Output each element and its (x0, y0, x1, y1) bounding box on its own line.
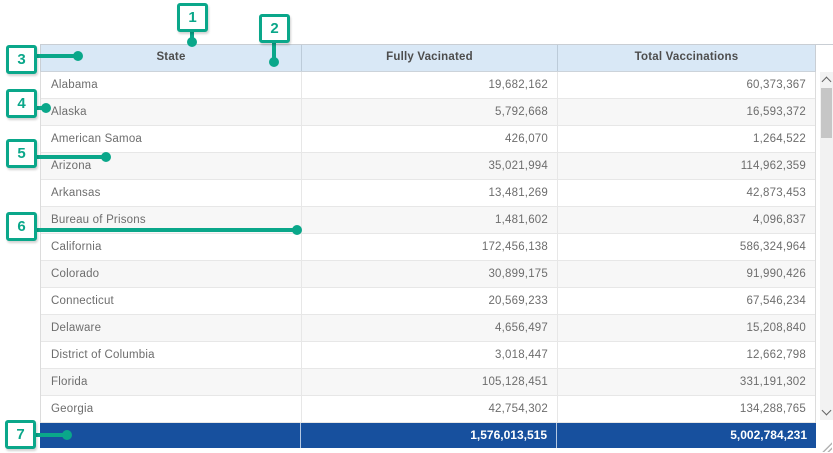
column-header-total-vaccinations[interactable]: Total Vaccinations (558, 45, 815, 71)
cell-state: Florida (41, 369, 302, 395)
cell-state: Georgia (41, 396, 302, 422)
cell-state: Alaska (41, 99, 302, 125)
table-row-georgia[interactable]: Georgia 42,754,302 134,288,765 (41, 396, 815, 423)
cell-state: American Samoa (41, 126, 302, 152)
annotation-callout-7: 7 (5, 420, 36, 449)
table-row-district-of-columbia[interactable]: District of Columbia 3,018,447 12,662,79… (41, 342, 815, 369)
table-row-arizona[interactable]: Arizona 35,021,994 114,962,359 (41, 153, 815, 180)
table-row-alabama[interactable]: Alabama 19,682,162 60,373,367 (41, 72, 815, 99)
totals-state-cell (40, 423, 301, 448)
chevron-down-icon (822, 406, 832, 416)
cell-fully-vaccinated: 105,128,451 (302, 369, 558, 395)
cell-total-vaccinations: 4,096,837 (558, 207, 815, 233)
cell-total-vaccinations: 15,208,840 (558, 315, 815, 341)
table-row-delaware[interactable]: Delaware 4,656,497 15,208,840 (41, 315, 815, 342)
cell-fully-vaccinated: 3,018,447 (302, 342, 558, 368)
cell-total-vaccinations: 42,873,453 (558, 180, 815, 206)
scroll-down-button[interactable] (820, 404, 833, 420)
chevron-up-icon (822, 77, 832, 87)
cell-state: District of Columbia (41, 342, 302, 368)
resize-grip-icon[interactable] (822, 442, 832, 452)
callout-4-dot (41, 103, 51, 113)
callout-2-dot (269, 57, 279, 67)
callout-6-dot (292, 225, 302, 235)
table-totals-row: 1,576,013,515 5,002,784,231 (40, 423, 816, 448)
cell-state: Alabama (41, 72, 302, 98)
annotation-callout-2: 2 (259, 14, 290, 43)
cell-fully-vaccinated: 426,070 (302, 126, 558, 152)
table-body: Alabama 19,682,162 60,373,367 Alaska 5,7… (40, 72, 816, 423)
table-row-connecticut[interactable]: Connecticut 20,569,233 67,546,234 (41, 288, 815, 315)
annotation-callout-5: 5 (6, 139, 37, 168)
cell-fully-vaccinated: 13,481,269 (302, 180, 558, 206)
cell-total-vaccinations: 114,962,359 (558, 153, 815, 179)
cell-fully-vaccinated: 1,481,602 (302, 207, 558, 233)
annotation-callout-1: 1 (177, 3, 208, 32)
cell-fully-vaccinated: 4,656,497 (302, 315, 558, 341)
cell-fully-vaccinated: 172,456,138 (302, 234, 558, 260)
table-row-california[interactable]: California 172,456,138 586,324,964 (41, 234, 815, 261)
table-row-arkansas[interactable]: Arkansas 13,481,269 42,873,453 (41, 180, 815, 207)
annotation-callout-6: 6 (6, 212, 37, 241)
scroll-up-button[interactable] (820, 72, 833, 88)
table-row-colorado[interactable]: Colorado 30,899,175 91,990,426 (41, 261, 815, 288)
cell-total-vaccinations: 91,990,426 (558, 261, 815, 287)
table-row-american-samoa[interactable]: American Samoa 426,070 1,264,522 (41, 126, 815, 153)
callout-5-dot (101, 152, 111, 162)
cell-fully-vaccinated: 20,569,233 (302, 288, 558, 314)
screenshot-root: { "colors": { "annotation_green": "#0aa7… (0, 0, 833, 453)
cell-total-vaccinations: 12,662,798 (558, 342, 815, 368)
cell-total-vaccinations: 134,288,765 (558, 396, 815, 422)
callout-3-stem (37, 54, 78, 58)
cell-total-vaccinations: 1,264,522 (558, 126, 815, 152)
scroll-thumb[interactable] (821, 88, 832, 138)
table-header-row: State Fully Vacinated Total Vaccinations (40, 45, 816, 72)
totals-total-vaccinations: 5,002,784,231 (557, 423, 816, 448)
annotation-callout-4: 4 (6, 89, 37, 118)
callout-7-dot (62, 430, 72, 440)
cell-total-vaccinations: 331,191,302 (558, 369, 815, 395)
cell-total-vaccinations: 586,324,964 (558, 234, 815, 260)
table-row-florida[interactable]: Florida 105,128,451 331,191,302 (41, 369, 815, 396)
cell-fully-vaccinated: 5,792,668 (302, 99, 558, 125)
column-header-fully-vaccinated[interactable]: Fully Vacinated (302, 45, 558, 71)
callout-3-dot (73, 51, 83, 61)
callout-6-stem (37, 228, 297, 232)
cell-state: California (41, 234, 302, 260)
callout-1-dot (187, 37, 197, 47)
cell-state: Colorado (41, 261, 302, 287)
cell-total-vaccinations: 16,593,372 (558, 99, 815, 125)
cell-fully-vaccinated: 30,899,175 (302, 261, 558, 287)
cell-fully-vaccinated: 35,021,994 (302, 153, 558, 179)
cell-state: Arkansas (41, 180, 302, 206)
table-row-alaska[interactable]: Alaska 5,792,668 16,593,372 (41, 99, 815, 126)
cell-fully-vaccinated: 42,754,302 (302, 396, 558, 422)
cell-fully-vaccinated: 19,682,162 (302, 72, 558, 98)
annotation-callout-3: 3 (6, 45, 37, 74)
cell-state: Delaware (41, 315, 302, 341)
cell-total-vaccinations: 60,373,367 (558, 72, 815, 98)
table-scrollbar[interactable] (820, 72, 833, 420)
callout-5-stem (37, 155, 106, 159)
totals-fully-vaccinated: 1,576,013,515 (301, 423, 557, 448)
cell-total-vaccinations: 67,546,234 (558, 288, 815, 314)
cell-state: Connecticut (41, 288, 302, 314)
